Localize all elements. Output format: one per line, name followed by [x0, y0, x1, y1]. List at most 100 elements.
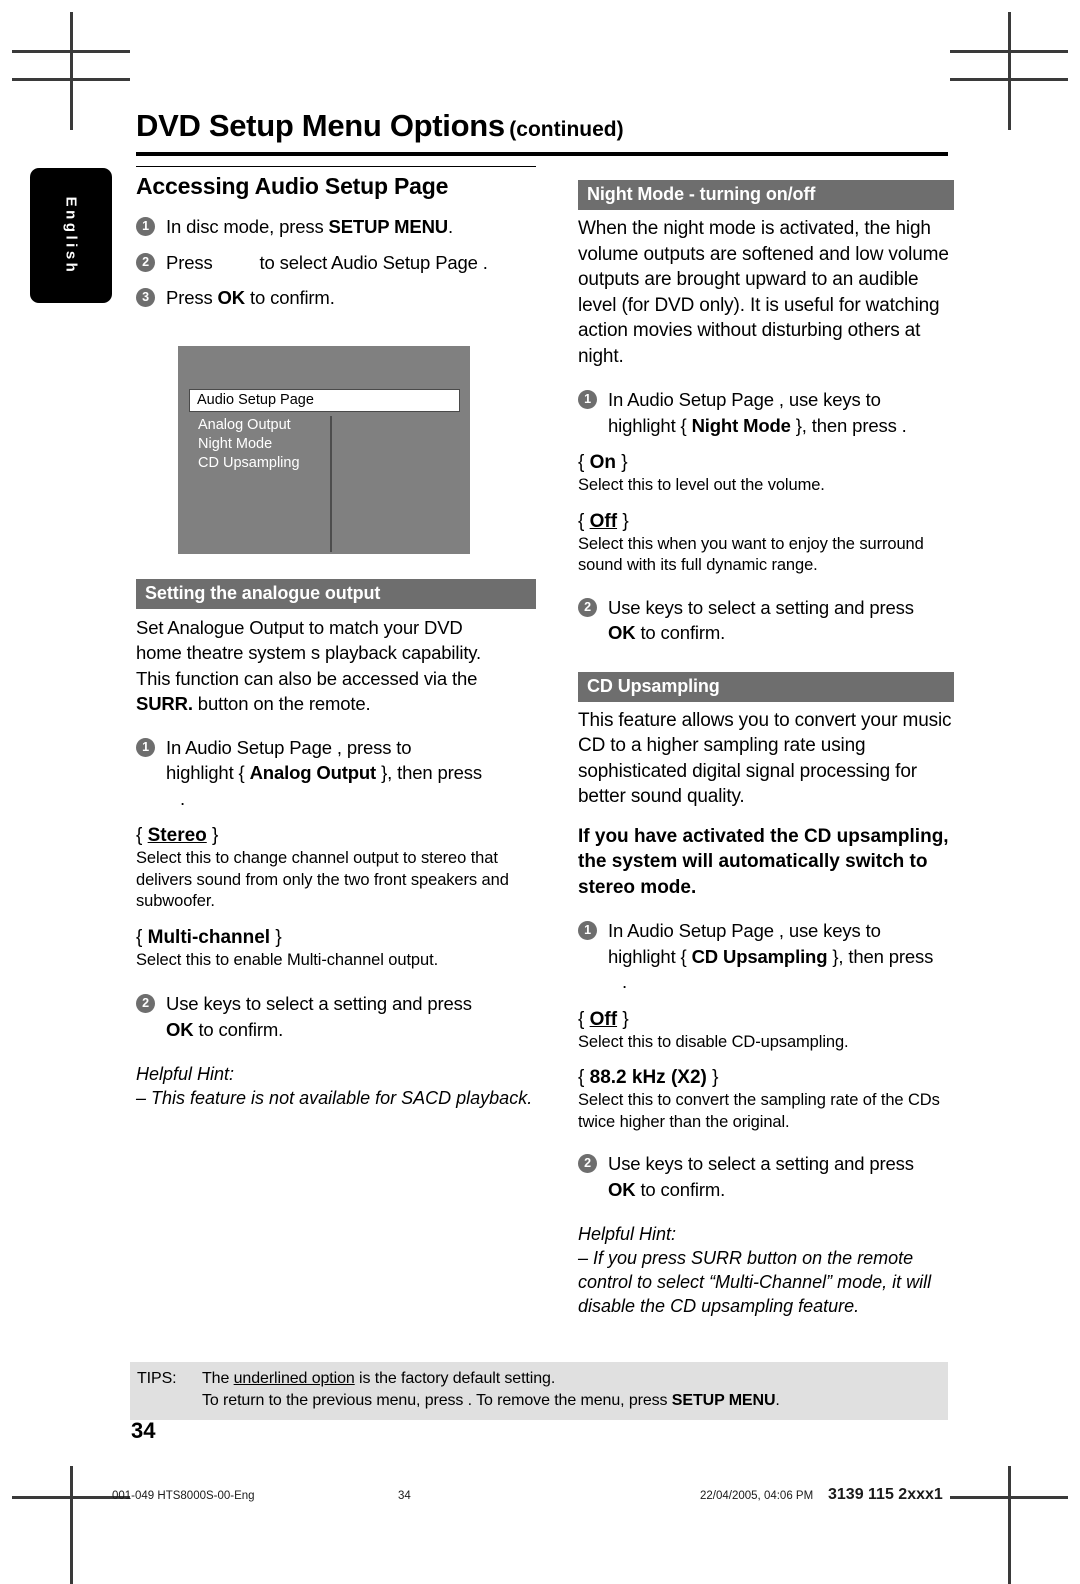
cd-step2-line2: to confirm. — [635, 1178, 726, 1200]
option-label: Stereo — [147, 825, 207, 846]
accessing-steps-list: 1 In disc mode, press SETUP MENU. 2 Pres… — [136, 214, 536, 311]
crop-mark-top-left-h2 — [12, 78, 130, 81]
osd-menu-item-analog-output: Analog Output — [198, 417, 291, 433]
brace-open: { — [578, 510, 590, 532]
cd-upsampling-paragraph: This feature allows you to convert your … — [578, 709, 952, 808]
tips-line1-post: is the factory default setting. — [354, 1370, 556, 1387]
option-name-row: { On } — [578, 452, 954, 474]
osd-menu-item-cd-upsampling: CD Upsampling — [198, 455, 300, 471]
night-step1-post: }, then press . — [790, 414, 907, 436]
tips-box: TIPS: The underlined option is the facto… — [130, 1362, 948, 1420]
footer-timestamp: 22/04/2005, 04:06 PM — [700, 1490, 814, 1502]
night-mode-section: Night Mode - turning on/off When the nig… — [578, 180, 954, 646]
hint-title: Helpful Hint: — [578, 1224, 677, 1244]
hint-body: – This feature is not available for SACD… — [136, 1088, 533, 1108]
manual-page: English DVD Setup Menu Options (continue… — [0, 0, 1080, 1584]
option-label: Off — [589, 510, 618, 532]
brace-close: } — [270, 926, 282, 948]
analogue-para-line1: Set Analogue Output to match your DVD — [136, 616, 463, 638]
ok-button-label: OK — [608, 622, 636, 643]
brace-open: { — [578, 1008, 590, 1030]
page-title-suffix: (continued) — [509, 118, 624, 141]
brace-close: } — [206, 825, 219, 846]
osd-menu-list: Analog Output Night Mode CD Upsampling — [198, 416, 300, 473]
option-name-row: { Stereo } — [136, 825, 536, 847]
analogue-para-line3: This function can also be accessed via t… — [136, 667, 478, 689]
ok-button-label: OK — [166, 1018, 194, 1040]
tips-line1-pre: The — [202, 1370, 234, 1387]
hint-body: – If you press SURR button on the remote… — [578, 1248, 932, 1316]
tips-line-2: To return to the previous menu, press . … — [202, 1390, 948, 1412]
print-footer: 001-049 HTS8000S-00-Eng 34 22/04/2005, 0… — [0, 1486, 1080, 1512]
analogue-step2-line2: to confirm. — [193, 1018, 284, 1040]
cd-step2-line1: Use keys to select a setting and press — [608, 1153, 914, 1174]
tips-row-2: To return to the previous menu, press . … — [130, 1390, 948, 1412]
crop-mark-bottom-right-v — [1008, 1466, 1011, 1584]
footer-page-number: 34 — [398, 1490, 411, 1502]
brace-close: } — [617, 510, 629, 532]
brace-open: { — [136, 926, 148, 948]
crop-mark-top-right-v — [1008, 12, 1011, 130]
section-heading-accessing-audio-setup-page: Accessing Audio Setup Page — [136, 166, 536, 202]
cd-step1-pre: highlight { — [608, 945, 692, 967]
footer-filename: 001-049 HTS8000S-00-Eng — [112, 1490, 255, 1502]
osd-column-divider — [330, 416, 332, 552]
analogue-step2-line1: Use keys to select a setting and press — [166, 993, 472, 1014]
step-item: 1 In Audio Setup Page , use keys to high… — [578, 918, 954, 995]
crop-mark-bottom-left-v — [70, 1466, 73, 1584]
brace-open: { — [136, 825, 148, 846]
option-label: 88.2 kHz (X2) — [589, 1067, 707, 1088]
hint-title: Helpful Hint: — [136, 1064, 235, 1084]
night-mode-paragraph: When the night mode is activated, the hi… — [578, 218, 949, 367]
step-text-pre: In disc mode, press — [166, 216, 329, 237]
cd-step1-line1: In Audio Setup Page , use keys to — [608, 920, 881, 941]
page-number: 34 — [131, 1418, 156, 1443]
analogue-para-line2: home theatre system s playback capabilit… — [136, 642, 482, 663]
analogue-output-section: Setting the analogue output Set Analogue… — [136, 578, 536, 1111]
step-number-badge: 1 — [136, 217, 155, 236]
option-label: Off — [589, 1008, 618, 1030]
night-step1-line1: In Audio Setup Page , use keys to — [608, 389, 881, 410]
step-number-badge: 3 — [136, 288, 155, 307]
tips-row-1: TIPS: The underlined option is the facto… — [130, 1368, 948, 1390]
step-text-post: to select Audio Setup Page . — [259, 251, 488, 273]
ok-button-label: OK — [608, 1178, 636, 1200]
option-name-row: { 88.2 kHz (X2) } — [578, 1067, 954, 1089]
analogue-intro-paragraph: Set Analogue Output to match your DVD ho… — [136, 615, 536, 717]
brace-close: } — [617, 1008, 629, 1030]
option-description: Select this when you want to enjoy the s… — [578, 534, 924, 575]
brace-close: } — [616, 452, 628, 473]
night-mode-option-on: { On } Select this to level out the volu… — [578, 452, 954, 497]
option-label: Multi-channel — [147, 926, 271, 948]
osd-menu-item-night-mode: Night Mode — [198, 436, 273, 452]
analogue-option-stereo: { Stereo } Select this to change channel… — [136, 825, 536, 913]
cd-upsampling-emphasis: If you have activated the CD upsampling,… — [578, 825, 949, 898]
right-column: Night Mode - turning on/off When the nig… — [578, 180, 954, 1318]
option-label: On — [589, 452, 617, 473]
helpful-hint-block: Helpful Hint: – This feature is not avai… — [136, 1062, 536, 1110]
step-item: 1 In disc mode, press SETUP MENU. — [136, 214, 536, 240]
osd-title-bar: Audio Setup Page — [189, 389, 460, 412]
step-text-post: to confirm. — [244, 287, 335, 308]
section-heading-night-mode: Night Mode - turning on/off — [578, 180, 954, 210]
analogue-para-line4: button on the remote. — [192, 693, 371, 714]
night-step1-pre: highlight { — [608, 414, 692, 436]
tips-label: TIPS: — [137, 1370, 177, 1387]
step-item: 1 In Audio Setup Page , use keys to high… — [578, 387, 954, 438]
analogue-step1-line3: . — [180, 787, 185, 809]
crop-mark-top-left-v — [70, 12, 73, 130]
step-text-pre: Press — [166, 287, 218, 308]
tips-label-spacer — [130, 1390, 202, 1412]
page-title: DVD Setup Menu Options (continued) — [136, 108, 948, 144]
step-item: 3 Press OK to confirm. — [136, 285, 536, 311]
tips-line2-post: . — [775, 1392, 780, 1409]
option-description: Select this to convert the sampling rate… — [578, 1091, 940, 1131]
step-text-pre: Press — [166, 251, 218, 273]
title-rule — [136, 152, 948, 156]
step-text-bold: OK — [217, 287, 246, 308]
step-item: 2 Use keys to select a setting and press… — [578, 1151, 954, 1202]
option-name-row: { Off } — [578, 1009, 954, 1031]
option-name-row: { Multi-channel } — [136, 927, 536, 949]
analogue-step1-line1: In Audio Setup Page , press to — [166, 736, 412, 758]
tips-line2-pre: To return to the previous menu, press . … — [202, 1392, 672, 1409]
